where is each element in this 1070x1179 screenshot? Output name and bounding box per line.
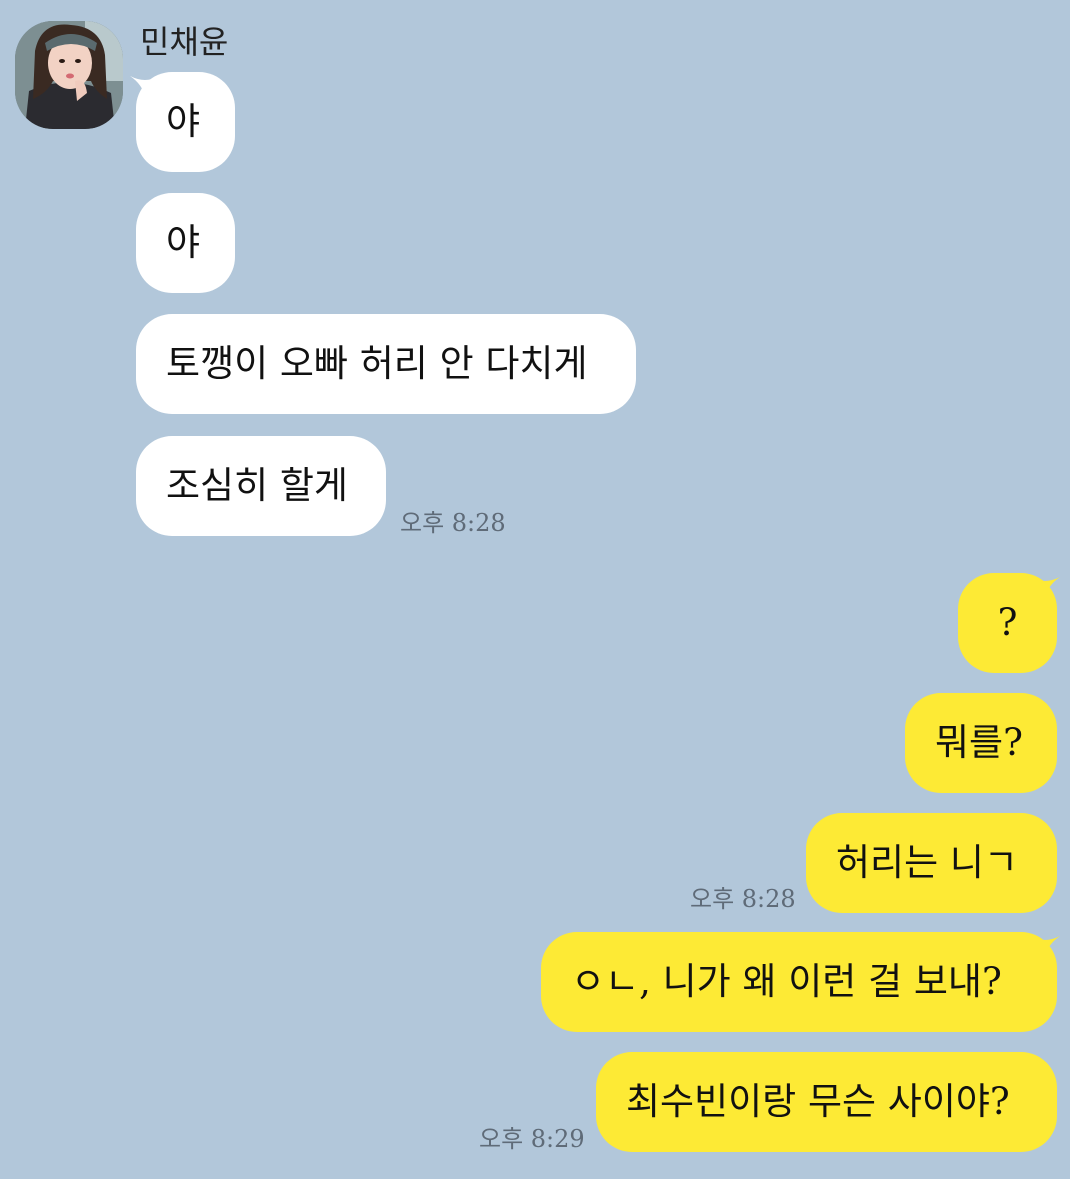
contact-avatar[interactable] (15, 21, 123, 129)
message-bubble-outgoing[interactable]: 최수빈이랑 무슨 사이야? (596, 1052, 1057, 1152)
message-bubble-outgoing[interactable]: 뭐를? (905, 693, 1057, 793)
message-bubble-incoming[interactable]: 야 (136, 72, 235, 172)
message-bubble-incoming[interactable]: 야 (136, 193, 235, 293)
message-bubble-outgoing[interactable]: ? (958, 573, 1057, 673)
message-bubble-outgoing[interactable]: 허리는 니ㄱ (806, 813, 1057, 913)
message-timestamp: 오후 8:29 (479, 1125, 585, 1153)
contact-name: 민채윤 (140, 23, 229, 61)
message-bubble-incoming[interactable]: 토깽이 오빠 허리 안 다치게 (136, 314, 636, 414)
message-timestamp: 오후 8:28 (690, 885, 796, 913)
message-timestamp: 오후 8:28 (400, 509, 506, 537)
message-bubble-outgoing[interactable]: ㅇㄴ, 니가 왜 이런 걸 보내? (541, 932, 1057, 1032)
message-bubble-incoming[interactable]: 조심히 할게 (136, 436, 386, 536)
